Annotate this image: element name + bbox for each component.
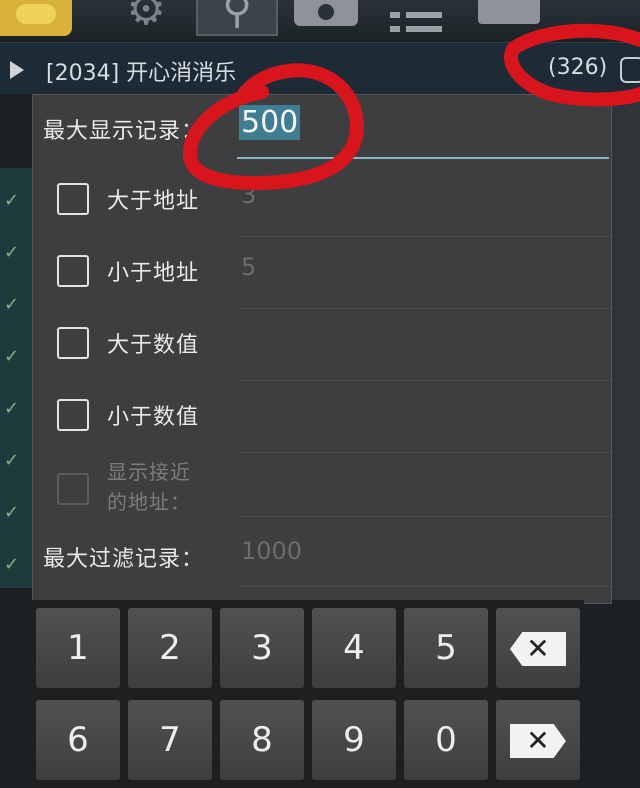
key-9[interactable]: 9 (312, 700, 396, 780)
greater-value-checkbox[interactable] (57, 327, 89, 359)
show-near-label-line1: 显示接近 (107, 460, 191, 484)
show-near-label-line2: 的地址： (107, 490, 191, 514)
max-filter-input[interactable]: 1000 (239, 529, 613, 587)
check-icon: ✓ (4, 346, 20, 367)
search-icon[interactable]: ⚲ (196, 0, 278, 36)
key-7[interactable]: 7 (128, 700, 212, 780)
less-value-input[interactable] (239, 389, 613, 453)
process-name: [2034] 开心消消乐 (46, 61, 237, 86)
less-value-row: 小于数值 (33, 385, 613, 457)
max-filter-row: 最大过滤记录： 1000 (33, 529, 613, 591)
gear-icon[interactable]: ⚙ (108, 0, 184, 36)
app-icon[interactable] (0, 0, 72, 36)
key-8[interactable]: 8 (220, 700, 304, 780)
check-icon: ✓ (4, 502, 20, 523)
max-display-value: 500 (239, 105, 301, 140)
background-list: ✓ ✓ ✓ ✓ ✓ ✓ ✓ ✓ (0, 168, 34, 588)
process-select-box[interactable] (620, 57, 640, 83)
key-3[interactable]: 3 (220, 608, 304, 688)
key-1[interactable]: 1 (36, 608, 120, 688)
max-filter-value: 1000 (241, 537, 303, 565)
key-4[interactable]: 4 (312, 608, 396, 688)
check-icon: ✓ (4, 294, 20, 315)
save-icon[interactable] (292, 0, 360, 36)
numeric-keypad: 1 2 3 4 5 ✕ 6 7 8 9 0 ✕ (32, 600, 584, 788)
less-value-label: 小于数值 (107, 405, 200, 430)
check-icon: ✓ (4, 398, 20, 419)
greater-address-value: 3 (241, 181, 257, 209)
greater-address-label: 大于地址 (107, 189, 200, 214)
top-toolbar: ⚙ ⚲ (0, 0, 640, 40)
show-near-row: 显示接近 的地址： (33, 457, 613, 525)
less-address-input[interactable]: 5 (239, 245, 613, 309)
check-icon: ✓ (4, 554, 20, 575)
max-display-input[interactable]: 500 (237, 101, 609, 159)
greater-value-input[interactable] (239, 317, 613, 381)
delete-button[interactable]: ✕ (496, 700, 580, 780)
backspace-button[interactable]: ✕ (496, 608, 580, 688)
check-icon: ✓ (4, 450, 20, 471)
less-address-row: 小于地址 5 (33, 241, 613, 313)
key-6[interactable]: 6 (36, 700, 120, 780)
check-icon: ✓ (4, 190, 20, 211)
show-near-label: 显示接近 的地址： (107, 457, 191, 517)
max-display-label: 最大显示记录： (43, 119, 205, 144)
play-icon[interactable] (10, 61, 24, 79)
greater-value-row: 大于数值 (33, 313, 613, 385)
max-filter-label: 最大过滤记录： (43, 547, 205, 572)
greater-address-row: 大于地址 3 (33, 169, 613, 241)
max-display-row: 最大显示记录： 500 (33, 95, 613, 165)
less-value-checkbox[interactable] (57, 399, 89, 431)
greater-value-label: 大于数值 (107, 333, 200, 358)
greater-address-checkbox[interactable] (57, 183, 89, 215)
delete-icon: ✕ (510, 724, 566, 758)
backspace-icon: ✕ (510, 632, 566, 666)
greater-address-input[interactable]: 3 (239, 173, 613, 237)
show-near-checkbox[interactable] (57, 473, 89, 505)
less-address-value: 5 (241, 253, 257, 281)
less-address-label: 小于地址 (107, 261, 200, 286)
search-settings-dialog: 最大显示记录： 500 大于地址 3 小于地址 5 大于数值 小于数值 显示接近… (32, 94, 613, 604)
key-0[interactable]: 0 (404, 700, 488, 780)
process-count: (326) (548, 55, 608, 80)
android-icon[interactable] (470, 0, 548, 36)
key-5[interactable]: 5 (404, 608, 488, 688)
background-scroll-strip (612, 100, 640, 600)
list-icon[interactable] (378, 0, 454, 36)
process-bar[interactable]: [2034] 开心消消乐 (326) (0, 42, 640, 94)
key-2[interactable]: 2 (128, 608, 212, 688)
show-near-input[interactable] (239, 457, 613, 517)
check-icon: ✓ (4, 242, 20, 263)
less-address-checkbox[interactable] (57, 255, 89, 287)
